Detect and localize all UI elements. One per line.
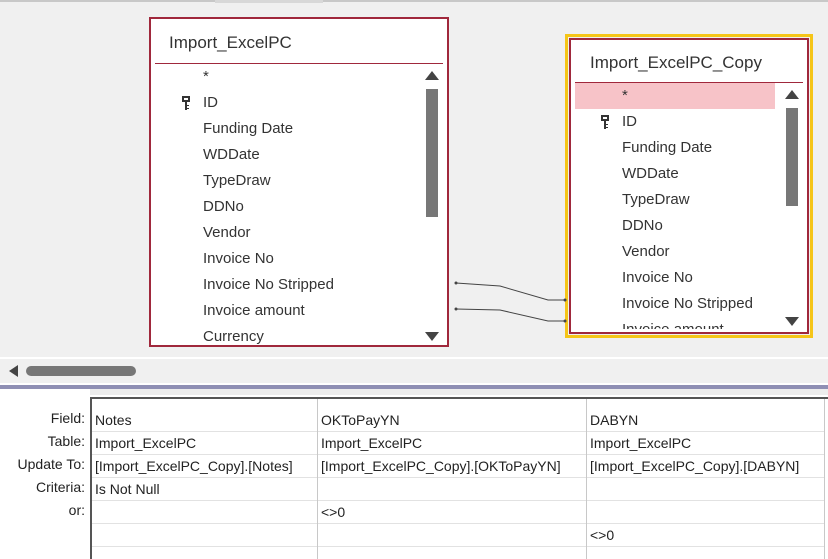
or-cell[interactable]: [92, 524, 317, 547]
or-cell[interactable]: <>0: [587, 524, 824, 547]
row-label-or: or:: [68, 502, 85, 518]
join-endpoint: [454, 281, 458, 285]
or-cell[interactable]: [318, 524, 586, 547]
grid-header-band: [0, 389, 828, 395]
join-line: [455, 308, 565, 322]
criteria-cell[interactable]: [587, 478, 824, 501]
field-cell[interactable]: Notes: [92, 409, 317, 432]
row-label-table: Table:: [47, 433, 85, 449]
join-endpoint: [563, 298, 567, 302]
update-to-cell[interactable]: [Import_ExcelPC_Copy].[OKToPayYN]: [318, 455, 586, 478]
criteria-cell[interactable]: Is Not Null: [92, 478, 317, 501]
update-to-cell[interactable]: [Import_ExcelPC_Copy].[Notes]: [92, 455, 317, 478]
join-line: [455, 282, 565, 301]
field-cell[interactable]: OKToPayYN: [318, 409, 586, 432]
scroll-thumb[interactable]: [26, 366, 136, 376]
table-cell[interactable]: Import_ExcelPC: [318, 432, 586, 455]
query-grid-pane: Field: Table: Update To: Criteria: or: N…: [0, 389, 828, 559]
or-cell[interactable]: [92, 501, 317, 524]
row-label-update-to: Update To:: [17, 456, 85, 472]
query-design-grid[interactable]: Notes Import_ExcelPC [Import_ExcelPC_Cop…: [90, 397, 828, 559]
grid-column[interactable]: Notes Import_ExcelPC [Import_ExcelPC_Cop…: [92, 399, 318, 559]
query-design-pane[interactable]: Import_ExcelPC * ID Funding Date WDDate …: [0, 0, 828, 357]
update-to-cell[interactable]: [Import_ExcelPC_Copy].[DABYN]: [587, 455, 824, 478]
grid-column[interactable]: DABYN Import_ExcelPC [Import_ExcelPC_Cop…: [587, 399, 825, 559]
join-lines: [454, 281, 567, 323]
join-endpoint: [454, 307, 458, 311]
grid-column[interactable]: OKToPayYN Import_ExcelPC [Import_ExcelPC…: [318, 399, 587, 559]
table-cell[interactable]: Import_ExcelPC: [92, 432, 317, 455]
field-cell[interactable]: DABYN: [587, 409, 824, 432]
or-cell[interactable]: [587, 501, 824, 524]
row-label-field: Field:: [50, 410, 85, 426]
row-labels: Field: Table: Update To: Criteria: or:: [0, 389, 90, 559]
scroll-left-icon[interactable]: [9, 365, 18, 377]
join-endpoint: [563, 319, 567, 323]
criteria-cell[interactable]: [318, 478, 586, 501]
or-cell[interactable]: <>0: [318, 501, 586, 524]
horizontal-scrollbar[interactable]: [0, 359, 828, 383]
row-label-criteria: Criteria:: [35, 479, 85, 495]
table-cell[interactable]: Import_ExcelPC: [587, 432, 824, 455]
